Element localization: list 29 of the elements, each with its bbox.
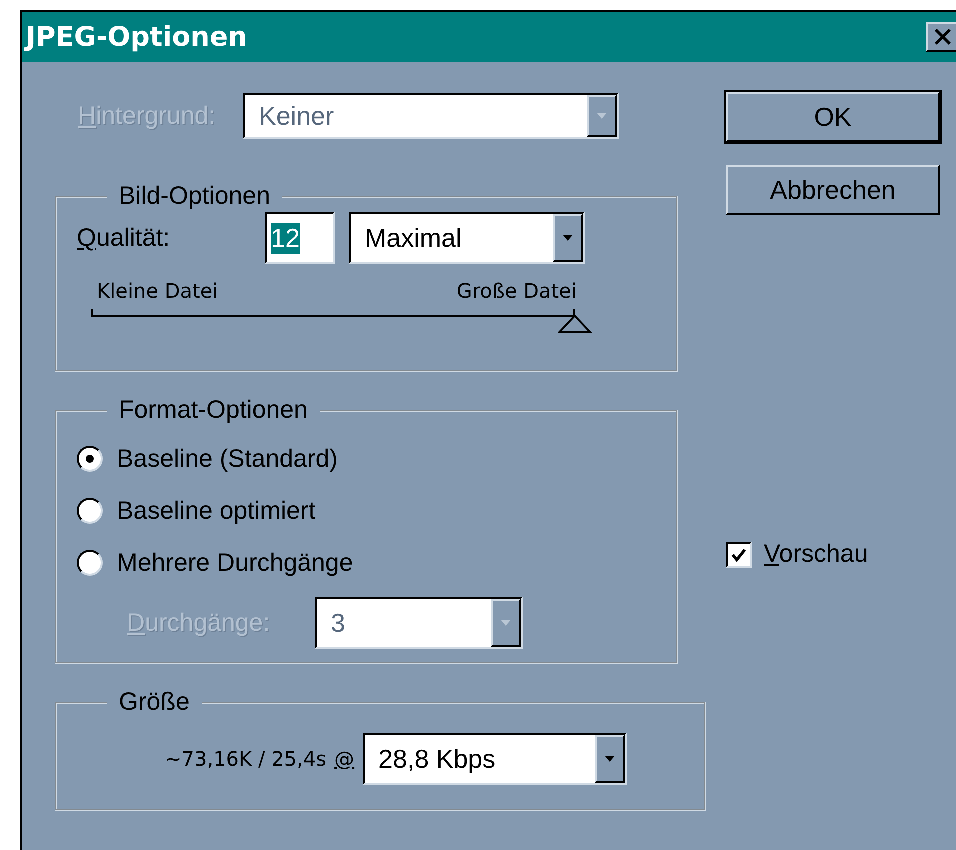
dropdown[interactable]: 28,8 Kbps xyxy=(362,733,627,785)
caret-icon xyxy=(562,234,574,242)
slider-min-label: Kleine Datei xyxy=(97,279,218,303)
dialog-button[interactable]: OK xyxy=(726,92,940,142)
radio-button[interactable] xyxy=(77,446,103,472)
quality-input[interactable]: 12 xyxy=(265,212,335,264)
at-label: @ xyxy=(334,747,355,771)
radio-label[interactable]: Mehrere Durchgänge xyxy=(117,548,354,578)
dialog-button[interactable]: Abbrechen xyxy=(726,165,940,215)
group-title: Format-Optionen xyxy=(118,396,309,425)
group-title: Größe xyxy=(118,688,191,717)
size-estimate: ~73,16K / 25,4s xyxy=(165,747,327,771)
caret-icon xyxy=(604,755,616,763)
checkbox[interactable] xyxy=(726,542,752,568)
slider-max-label: Große Datei xyxy=(456,279,577,303)
quality-label: Qualität: xyxy=(77,224,172,252)
radio-label[interactable]: Baseline optimiert xyxy=(117,496,316,526)
window-title: JPEG-Optionen xyxy=(26,22,248,52)
radio-button[interactable] xyxy=(77,498,103,524)
slider-thumb[interactable] xyxy=(558,314,592,334)
close-icon xyxy=(933,27,953,47)
caret-icon xyxy=(500,619,512,627)
close-button[interactable] xyxy=(926,22,956,52)
radio-button[interactable] xyxy=(77,550,103,576)
preview-label[interactable]: Vorschau xyxy=(764,540,868,569)
dropdown[interactable]: Maximal xyxy=(349,212,585,264)
group-title: Bild-Optionen xyxy=(118,182,272,211)
caret-icon xyxy=(596,112,608,120)
radio-label[interactable]: Baseline (Standard) xyxy=(117,444,338,474)
